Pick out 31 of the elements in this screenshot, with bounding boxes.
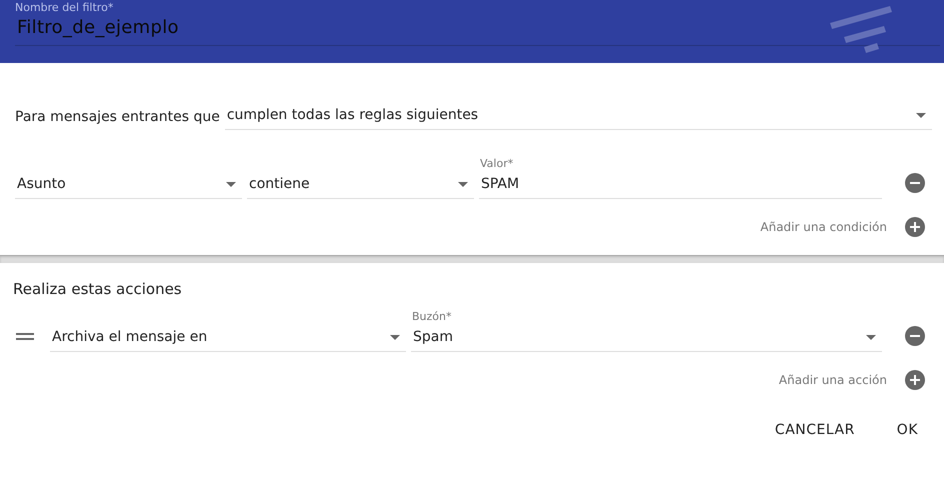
match-label: Para mensajes entrantes que <box>15 109 220 127</box>
add-condition-label: Añadir una condición <box>760 220 887 234</box>
dialog-button[interactable]: CANCELAR <box>760 414 869 446</box>
mailbox-select[interactable]: Buzón* Spam <box>411 310 882 352</box>
filter-icon <box>830 3 894 55</box>
value-field[interactable]: Valor* SPAM <box>479 157 882 199</box>
drag-handle-icon[interactable] <box>16 333 34 340</box>
plus-icon <box>910 375 920 385</box>
minus-icon <box>910 335 920 337</box>
action-select[interactable]: Archiva el mensaje en <box>50 310 406 352</box>
caret-icon <box>390 335 400 340</box>
add-action-label: Añadir una acción <box>778 373 887 387</box>
caret-icon <box>226 182 236 187</box>
field-label: Buzón* <box>412 310 452 323</box>
caret-icon <box>458 182 468 187</box>
dialog-button[interactable]: OK <box>882 414 932 446</box>
caret-icon <box>916 113 926 118</box>
plus-icon <box>910 222 920 232</box>
caret-icon <box>866 335 876 340</box>
remove-button[interactable] <box>905 326 925 346</box>
field-select[interactable]: Asunto <box>15 157 242 199</box>
field-label: Nombre del filtro* <box>15 1 114 15</box>
add-button[interactable] <box>905 370 925 390</box>
operator-select[interactable]: contiene <box>247 157 474 199</box>
add-button[interactable] <box>905 217 925 237</box>
section-title: Realiza estas acciones <box>12 279 183 298</box>
field-value: Filtro_de_ejemplo <box>16 16 180 40</box>
minus-icon <box>910 182 920 184</box>
field-label: Valor* <box>480 157 514 170</box>
match-select[interactable]: cumplen todas las reglas siguientes <box>224 102 932 130</box>
remove-button[interactable] <box>905 173 925 193</box>
